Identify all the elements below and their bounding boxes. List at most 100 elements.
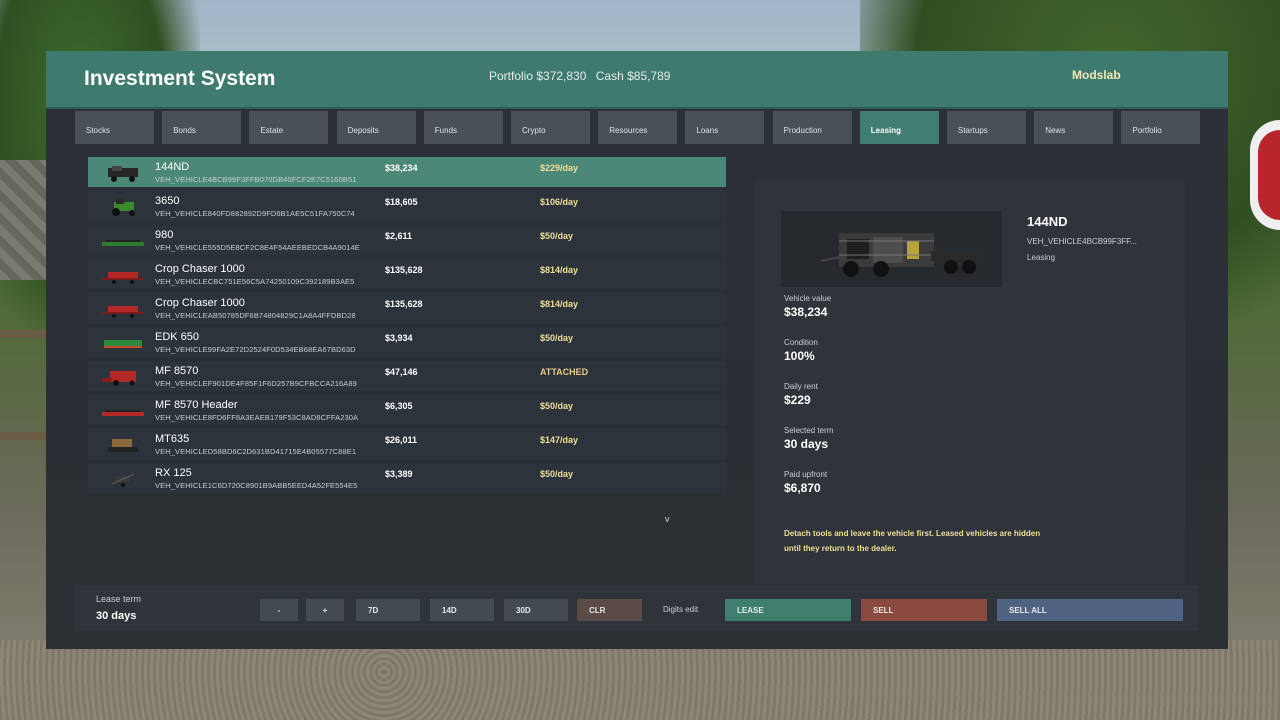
investment-window: Investment System Portfolio $372,830 Cas… <box>46 51 1228 649</box>
vehicle-id: VEH_VEHICLE8FD6FF8A3EAEB179F53C8AD8CFFA2… <box>155 413 359 422</box>
vehicle-row[interactable]: MF 8570 Header VEH_VEHICLE8FD6FF8A3EAEB1… <box>88 395 726 425</box>
vehicle-price: $47,146 <box>385 367 418 377</box>
vehicle-row[interactable]: MF 8570 VEH_VEHICLEF901DE4F85F1F6D257B9C… <box>88 361 726 391</box>
stat-value: 100% <box>784 349 815 363</box>
stat-label: Paid upfront <box>784 470 828 479</box>
vehicle-rent: $50/day <box>540 469 574 479</box>
tracked-tractor-icon <box>102 436 144 454</box>
tab-deposits[interactable]: Deposits <box>336 111 416 144</box>
tab-news[interactable]: News <box>1034 111 1114 144</box>
portfolio-summary: Portfolio $372,830 Cash $85,789 <box>489 69 676 83</box>
vehicle-row[interactable]: MT635 VEH_VEHICLED58BD6C2D631BD41715E4B0… <box>88 429 726 459</box>
stat-value: $38,234 <box>784 305 828 319</box>
vehicle-price: $26,011 <box>385 435 418 445</box>
scroll-down-icon[interactable]: v <box>665 514 670 524</box>
portfolio-value: Portfolio $372,830 <box>489 69 587 83</box>
cash-value: Cash $85,789 <box>595 69 671 83</box>
vehicle-id: VEH_VEHICLED58BD6C2D631BD41715E4B05577C8… <box>155 447 357 456</box>
background-fence <box>0 330 46 440</box>
detail-vehicle-name: 144ND <box>1027 214 1068 229</box>
vehicle-name: Crop Chaser 1000 <box>155 297 245 309</box>
vehicle-row[interactable]: EDK 650 VEH_VEHICLE99FA2E72D2524F0D534EB… <box>88 327 726 357</box>
tab-bonds[interactable]: Bonds <box>162 111 242 144</box>
header-attachment-icon <box>102 232 144 250</box>
tab-estate[interactable]: Estate <box>249 111 329 144</box>
stat-label: Selected term <box>784 426 834 435</box>
stat-value: 30 days <box>784 437 829 451</box>
vehicle-name: MT635 <box>155 433 190 445</box>
vehicle-id: VEH_VEHICLEF901DE4F85F1F6D257B9CFBCCA216… <box>155 379 357 388</box>
vehicle-rent: ATTACHED <box>540 367 589 377</box>
lease-term-value: 30 days <box>96 610 137 622</box>
vehicle-name: EDK 650 <box>155 331 200 343</box>
brand-label: Modslab <box>1072 68 1121 82</box>
vehicle-id: VEH_VEHICLE4BCB99F3FFB070DB40FCF2E7C5160… <box>155 175 357 184</box>
tab-loans[interactable]: Loans <box>685 111 765 144</box>
term-7d-button[interactable]: 7D <box>356 599 420 621</box>
header-attachment-icon <box>102 402 144 420</box>
tractor-icon <box>102 198 144 216</box>
tab-startups[interactable]: Startups <box>947 111 1026 144</box>
vehicle-row[interactable]: Crop Chaser 1000 VEH_VEHICLECBC751E56C5A… <box>88 259 726 289</box>
vehicle-name: Crop Chaser 1000 <box>155 263 245 275</box>
vehicle-name: 980 <box>155 229 174 241</box>
vehicle-price: $135,628 <box>385 299 423 309</box>
tab-funds[interactable]: Funds <box>423 111 503 144</box>
clear-term-button[interactable]: CLR <box>577 599 642 621</box>
vehicle-id: VEH_VEHICLEAB50785DF6B74804829C1A8A4FFDB… <box>155 311 356 320</box>
tab-leasing[interactable]: Leasing <box>859 111 939 144</box>
vehicle-name: MF 8570 Header <box>155 399 238 411</box>
vehicle-price: $18,605 <box>385 197 418 207</box>
vehicle-row[interactable]: 980 VEH_VEHICLE555D5E8CF2C8E4F54AEEBEDCB… <box>88 225 726 255</box>
stat-label: Vehicle value <box>784 294 832 303</box>
vehicle-name: 144ND <box>155 161 190 173</box>
small-implement-icon <box>102 470 144 488</box>
increase-term-button[interactable]: + <box>306 599 344 621</box>
lease-controls-bar: Lease term 30 days - + 7D 14D 30D CLR Di… <box>75 585 1199 631</box>
term-30d-button[interactable]: 30D <box>504 599 568 621</box>
term-14d-button[interactable]: 14D <box>430 599 494 621</box>
vehicle-name: RX 125 <box>155 467 192 479</box>
stat-value: $229 <box>784 393 811 407</box>
detail-vehicle-id: VEH_VEHICLE4BCB99F3FF... <box>1027 237 1137 246</box>
background-stone-wall <box>0 160 50 280</box>
vehicle-name: 3650 <box>155 195 180 207</box>
tab-crypto[interactable]: Crypto <box>511 111 590 144</box>
tab-production[interactable]: Production <box>772 111 852 144</box>
vehicle-rent: $50/day <box>540 401 574 411</box>
decrease-term-button[interactable]: - <box>260 599 298 621</box>
stat-label: Daily rent <box>784 382 818 391</box>
tab-resources[interactable]: Resources <box>598 111 678 144</box>
vehicle-id: VEH_VEHICLE1C6D720C8901B9ABB5EED4A52FE55… <box>155 481 358 490</box>
sprayer-icon <box>102 266 144 284</box>
tractor-dark-icon <box>102 164 144 182</box>
vehicle-rent: $814/day <box>540 299 579 309</box>
vehicle-price: $38,234 <box>385 163 418 173</box>
vehicle-row[interactable]: 144ND VEH_VEHICLE4BCB99F3FFB070DB40FCF2E… <box>88 157 726 187</box>
tab-portfolio[interactable]: Portfolio <box>1121 111 1201 144</box>
vehicle-rent: $50/day <box>540 333 574 343</box>
vehicle-name: MF 8570 <box>155 365 199 377</box>
sell-button[interactable]: SELL <box>861 599 987 621</box>
lease-button[interactable]: LEASE <box>725 599 851 621</box>
stat-value: $6,870 <box>784 481 821 495</box>
lease-term-label: Lease term <box>96 594 142 604</box>
vehicle-price: $6,305 <box>385 401 413 411</box>
vehicle-detail-panel: 144ND VEH_VEHICLE4BCB99F3FF... Leasing D… <box>755 180 1185 584</box>
vehicle-id: VEH_VEHICLE555D5E8CF2C8E4F54AEEBEDCB4A90… <box>155 243 360 252</box>
vehicle-row[interactable]: Crop Chaser 1000 VEH_VEHICLEAB50785DF6B7… <box>88 293 726 323</box>
window-header: Investment System Portfolio $372,830 Cas… <box>46 51 1228 109</box>
vehicle-row[interactable]: 3650 VEH_VEHICLE840FD882892D9FD6B1AE5C51… <box>88 191 726 221</box>
tab-stocks[interactable]: Stocks <box>75 111 154 144</box>
vehicle-rent: $147/day <box>540 435 579 445</box>
vehicle-id: VEH_VEHICLECBC751E56C5A74250109C392189B3… <box>155 277 355 286</box>
vehicle-price: $3,389 <box>385 469 413 479</box>
vehicle-price: $2,611 <box>385 231 413 241</box>
drill-icon <box>102 334 144 352</box>
sell-all-button[interactable]: SELL ALL <box>997 599 1183 621</box>
sprayer-icon <box>102 300 144 318</box>
vehicle-row[interactable]: RX 125 VEH_VEHICLE1C6D720C8901B9ABB5EED4… <box>88 463 726 493</box>
tractor-dark-icon <box>820 233 979 277</box>
vehicle-preview-image <box>781 211 1002 287</box>
lease-instructions-note: Detach tools and leave the vehicle first… <box>784 529 1041 553</box>
